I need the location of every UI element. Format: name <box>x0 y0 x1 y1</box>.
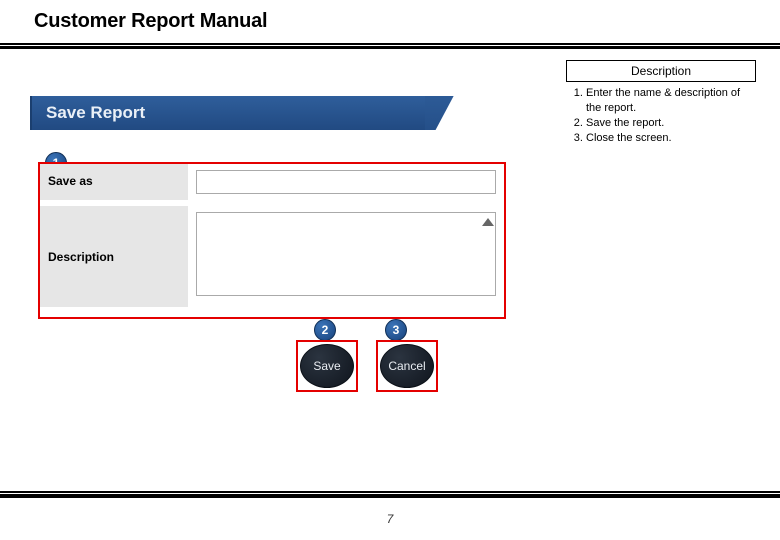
cancel-button-highlight: Cancel <box>376 340 438 392</box>
description-list: Enter the name & description of the repo… <box>566 86 756 145</box>
description-input[interactable] <box>196 212 496 296</box>
save-button[interactable]: Save <box>300 344 354 388</box>
cancel-button[interactable]: Cancel <box>380 344 434 388</box>
save-as-input[interactable] <box>196 170 496 194</box>
description-item: Close the screen. <box>586 131 756 146</box>
footer-divider <box>0 491 780 498</box>
dialog-header-decor <box>425 96 485 130</box>
scroll-up-icon <box>482 218 494 226</box>
description-label: Description <box>40 203 188 310</box>
title-divider <box>0 43 780 49</box>
page-title: Customer Report Manual <box>34 10 780 33</box>
dialog-header: Save Report <box>30 96 425 130</box>
save-button-highlight: Save <box>296 340 358 392</box>
form-highlight-box: Save as Description <box>38 162 506 319</box>
description-item: Enter the name & description of the repo… <box>586 86 756 116</box>
callout-marker-3: 3 <box>385 319 407 341</box>
save-as-label: Save as <box>40 164 188 203</box>
callout-marker-2: 2 <box>314 319 336 341</box>
page-number: 7 <box>0 512 780 526</box>
description-item: Save the report. <box>586 116 756 131</box>
description-heading: Description <box>566 60 756 82</box>
